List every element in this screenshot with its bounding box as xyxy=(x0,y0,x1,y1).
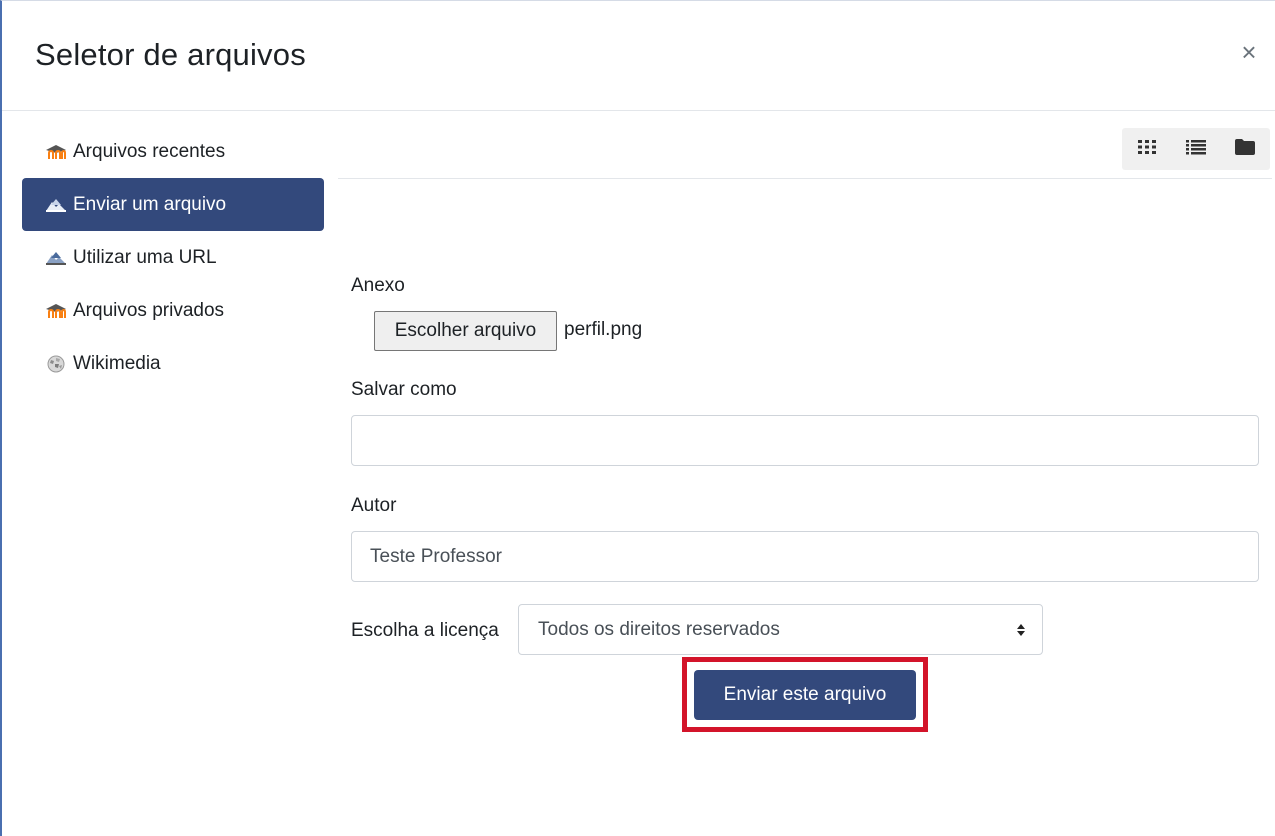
sidebar-item-wikimedia[interactable]: Wikimedia xyxy=(22,337,324,390)
repository-sidebar: Arquivos recentes Enviar um arquivo Util… xyxy=(22,125,324,390)
sidebar-item-label: Enviar um arquivo xyxy=(73,193,227,215)
select-arrows-icon xyxy=(1016,605,1026,654)
sidebar-item-label: Arquivos privados xyxy=(73,299,225,321)
sidebar-item-upload-file[interactable]: Enviar um arquivo xyxy=(22,178,324,231)
author-label: Autor xyxy=(351,495,397,516)
sidebar-item-label: Arquivos recentes xyxy=(73,140,226,162)
url-icon xyxy=(45,249,67,267)
moodle-icon xyxy=(45,143,67,161)
license-select[interactable]: Todos os direitos reservados xyxy=(518,604,1043,655)
sidebar-item-url[interactable]: Utilizar uma URL xyxy=(22,231,324,284)
file-picker-dialog: Seletor de arquivos × Arquivos recentes xyxy=(0,0,1275,836)
close-icon: × xyxy=(1241,37,1257,67)
save-as-label: Salvar como xyxy=(351,379,457,400)
attachment-label: Anexo xyxy=(351,275,405,296)
folder-view-button[interactable] xyxy=(1225,129,1265,169)
grid-view-icon xyxy=(1137,139,1156,160)
folder-view-icon xyxy=(1234,138,1256,161)
grid-view-button[interactable] xyxy=(1127,129,1167,169)
close-button[interactable]: × xyxy=(1234,35,1264,69)
view-mode-group xyxy=(1122,128,1270,170)
dialog-title: Seletor de arquivos xyxy=(35,37,306,72)
sidebar-item-label: Wikimedia xyxy=(73,352,161,374)
license-selected-value: Todos os direitos reservados xyxy=(538,619,780,640)
list-view-icon xyxy=(1185,139,1206,160)
wikimedia-icon xyxy=(45,355,67,373)
upload-icon xyxy=(45,196,67,214)
save-as-input[interactable] xyxy=(351,415,1259,466)
dialog-header: Seletor de arquivos × xyxy=(2,1,1275,111)
license-label: Escolha a licença xyxy=(351,620,499,641)
selected-file-name: perfil.png xyxy=(564,319,643,340)
sidebar-item-private-files[interactable]: Arquivos privados xyxy=(22,284,324,337)
choose-file-button[interactable]: Escolher arquivo xyxy=(374,311,557,351)
moodle-icon xyxy=(45,302,67,320)
sidebar-item-label: Utilizar uma URL xyxy=(73,246,217,268)
view-toolbar xyxy=(338,125,1272,179)
list-view-button[interactable] xyxy=(1176,129,1216,169)
author-input[interactable]: Teste Professor xyxy=(351,531,1259,582)
sidebar-item-recent-files[interactable]: Arquivos recentes xyxy=(22,125,324,178)
submit-upload-button[interactable]: Enviar este arquivo xyxy=(694,670,916,720)
